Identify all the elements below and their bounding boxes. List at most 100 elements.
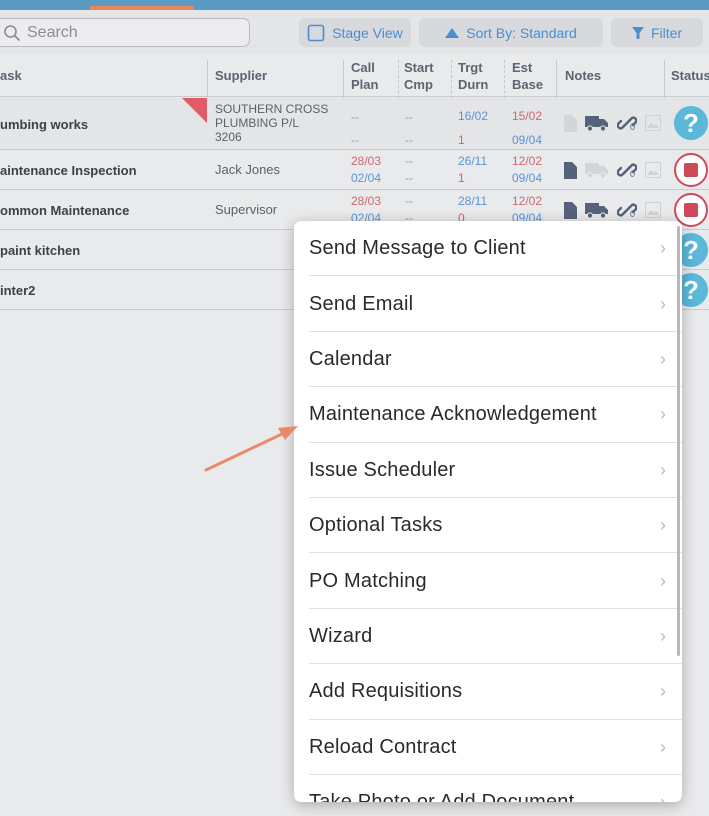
est-date: 15/02 [512,109,543,123]
plan-date: 02/04 [351,171,382,185]
supplier-line: SOUTHERN CROSS [215,102,329,116]
table-row[interactable]: umbing works SOUTHERN CROSS PLUMBING P/L… [0,98,709,150]
trgt-date: 16/02 [458,109,489,123]
durn-value: 1 [458,133,465,147]
menu-item-take-photo-or-add-document[interactable]: Take Photo or Add Document › [294,775,682,802]
cmp-date: -- [405,133,413,147]
photo-icon[interactable] [645,115,661,136]
call-date: -- [351,110,359,124]
est-date: 12/02 [512,154,543,168]
header-est-base[interactable]: Est Base [512,54,543,97]
header-call-plan[interactable]: Call Plan [351,54,378,97]
chevron-right-icon: › [660,736,666,757]
header-trgt-durn[interactable]: Trgt Durn [458,54,488,97]
header-notes[interactable]: Notes [565,54,601,97]
filter-icon [631,26,644,39]
chevron-right-icon: › [660,625,666,646]
chevron-right-icon: › [660,792,666,802]
cmp-date: -- [405,171,413,185]
trgt-date: 26/11 [458,154,488,168]
menu-item-send-email[interactable]: Send Email › [294,276,682,332]
search-placeholder: Search [27,23,78,41]
task-name: aintenance Inspection [0,163,137,178]
question-status-icon[interactable]: ? [674,106,708,140]
task-name: umbing works [0,117,89,132]
chevron-right-icon: › [660,348,666,369]
menu-item-label: Reload Contract [309,735,457,758]
header-plan: Plan [351,76,379,92]
menu-item-calendar[interactable]: Calendar › [294,332,682,388]
menu-item-label: Add Requisitions [309,680,463,703]
header-base: Base [512,76,544,92]
header-task[interactable]: ask [0,54,22,97]
menu-item-label: Wizard [309,624,373,647]
menu-item-add-requisitions[interactable]: Add Requisitions › [294,664,682,720]
chevron-right-icon: › [660,293,666,314]
sort-button[interactable]: Sort By: Standard [419,18,603,47]
document-icon[interactable] [564,114,577,137]
base-date: 09/04 [512,133,543,147]
stop-status-icon[interactable] [674,153,708,187]
stage-view-button[interactable]: Stage View [299,18,411,47]
sort-label: Sort By: Standard [466,24,577,41]
start-date: -- [405,194,413,208]
supplier-name: Jack Jones [215,162,281,177]
menu-item-optional-tasks[interactable]: Optional Tasks › [294,498,682,554]
menu-item-maintenance-acknowledgement[interactable]: Maintenance Acknowledgement › [294,387,682,443]
search-icon [3,24,21,42]
menu-item-issue-scheduler[interactable]: Issue Scheduler › [294,443,682,498]
chevron-right-icon: › [660,238,666,259]
header-supplier[interactable]: Supplier [215,54,267,97]
menu-item-send-message-to-client[interactable]: Send Message to Client › [294,221,682,277]
call-date: 28/03 [351,154,382,168]
stage-view-label: Stage View [332,24,403,41]
menu-item-label: PO Matching [309,569,427,592]
photo-icon[interactable] [645,162,661,183]
truck-icon[interactable] [585,115,609,137]
chevron-right-icon: › [660,515,666,536]
base-date: 09/04 [512,171,543,185]
header-call: Call [351,59,375,75]
notes-icons: 0 [564,160,661,185]
header-start: Start [404,59,434,75]
chevron-right-icon: › [660,570,666,591]
menu-item-label: Take Photo or Add Document [309,791,574,802]
supplier-name: SOUTHERN CROSS PLUMBING P/L 3206 [215,102,328,144]
header-cmp: Cmp [404,76,433,92]
flag-marker [182,98,207,123]
menu-item-po-matching[interactable]: PO Matching › [294,553,682,609]
durn-value: 1 [458,171,465,185]
action-menu: Send Message to Client › Send Email › Ca… [294,221,682,802]
header-est: Est [512,59,533,75]
attach-count: 0 [630,209,636,219]
search-input[interactable]: Search [0,18,250,47]
attach-count: 0 [630,169,636,179]
truck-icon[interactable] [585,162,609,184]
stop-square [684,203,698,217]
chevron-right-icon: › [660,681,666,702]
header-start-cmp[interactable]: Start Cmp [404,54,434,97]
menu-scrollbar[interactable] [677,226,680,656]
header-durn: Durn [458,76,489,92]
menu-item-reload-contract[interactable]: Reload Contract › [294,720,682,775]
plan-date: -- [351,133,359,147]
menu-item-wizard[interactable]: Wizard › [294,609,682,665]
supplier-line: PLUMBING P/L [215,116,300,130]
header-trgt: Trgt [458,59,483,75]
document-icon[interactable] [564,161,577,184]
est-date: 12/02 [512,194,543,208]
link-icon[interactable]: 0 [616,113,638,138]
table-header: ask Supplier Call Plan Start Cmp Trgt Du… [0,54,709,97]
filter-button[interactable]: Filter [611,18,703,47]
stop-square [684,163,698,177]
start-date: -- [405,110,413,124]
trgt-date: 28/11 [458,194,488,208]
link-icon[interactable]: 0 [616,160,638,185]
chevron-right-icon: › [660,404,666,425]
photo-icon[interactable] [645,202,661,223]
menu-item-label: Issue Scheduler [309,458,456,481]
menu-item-label: Send Message to Client [309,237,526,260]
menu-item-label: Send Email [309,292,414,315]
table-row[interactable]: aintenance Inspection Jack Jones 28/03 0… [0,150,709,190]
header-status[interactable]: Status [671,54,709,97]
